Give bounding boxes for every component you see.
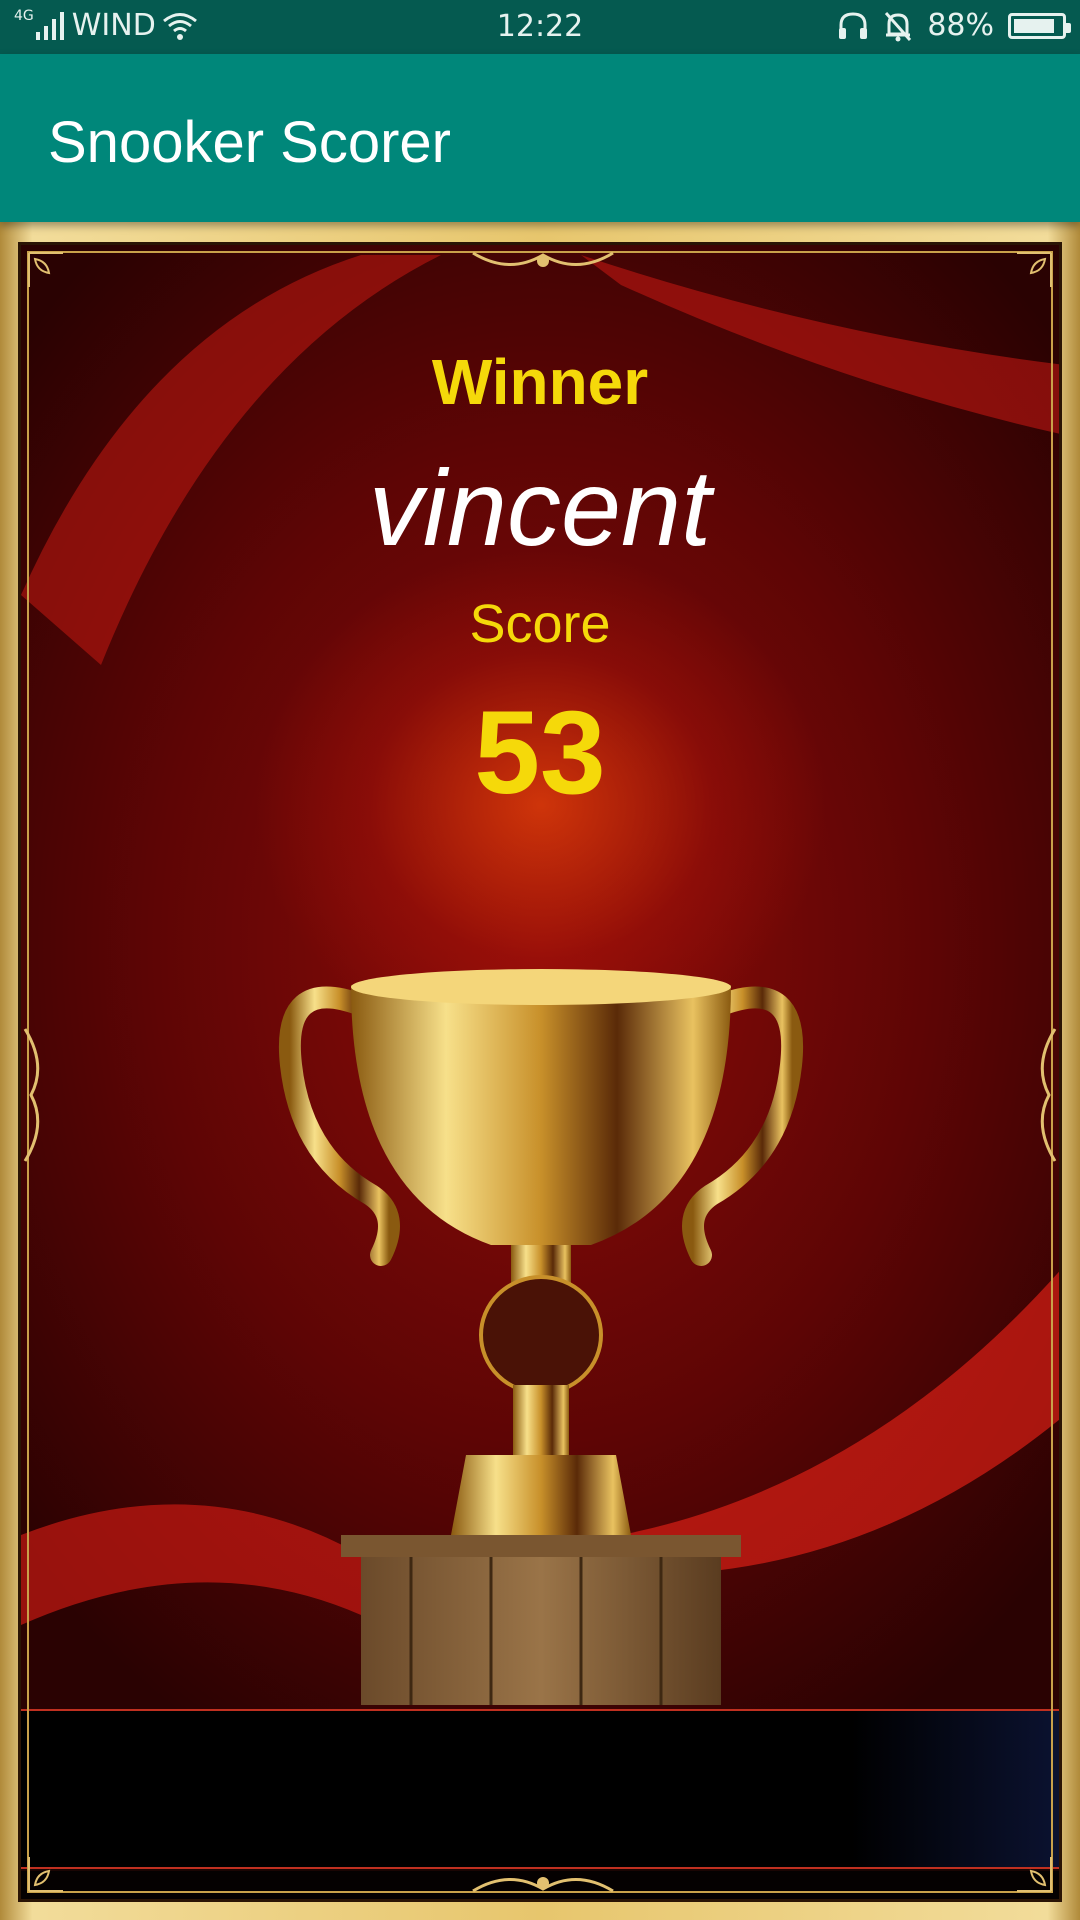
side-ornament-icon <box>1040 1028 1057 1162</box>
dark-band <box>21 1709 1059 1869</box>
app-bar: Snooker Scorer <box>0 54 1080 222</box>
battery-icon <box>1008 12 1071 39</box>
app-title: Snooker Scorer <box>48 110 451 175</box>
side-ornament-icon <box>23 1028 40 1162</box>
winner-name: vincent <box>368 447 712 568</box>
score-label: Score <box>469 594 611 654</box>
corner-ornament-icon <box>28 252 63 287</box>
battery-fill <box>1014 18 1055 33</box>
winner-card: Winner vincent Score 53 <box>0 222 1080 1920</box>
bell-muted-icon <box>885 11 912 41</box>
battery-percent: 88% <box>927 8 994 43</box>
corner-ornament-icon <box>1017 1857 1052 1892</box>
winner-label: Winner <box>431 346 649 418</box>
trophy-image <box>278 969 804 1705</box>
status-bar: 4G WIND 12:22 88% <box>0 0 1080 54</box>
corner-ornament-icon <box>28 1857 63 1892</box>
corner-ornament-icon <box>1017 252 1052 287</box>
score-value: 53 <box>474 687 606 819</box>
bottom-ornament-icon <box>472 1877 614 1893</box>
certificate-frame: Winner vincent Score 53 <box>18 242 1062 1902</box>
status-right: 88% <box>837 8 1071 43</box>
top-ornament-icon <box>472 251 614 267</box>
headset-icon <box>839 11 868 39</box>
